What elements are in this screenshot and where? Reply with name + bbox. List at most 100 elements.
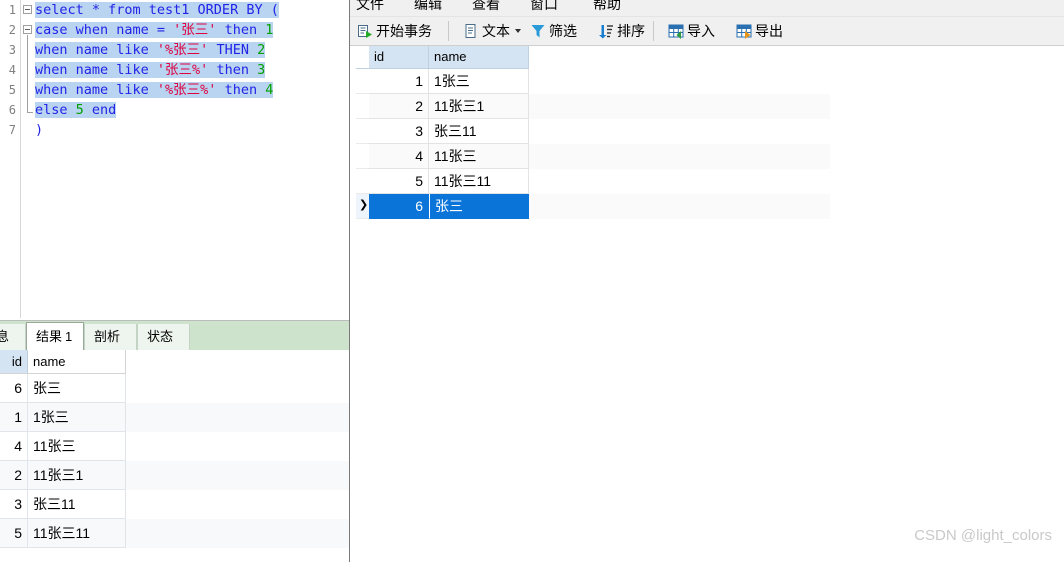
line-number: 2	[8, 23, 16, 37]
data-grid-header-marker	[356, 46, 369, 69]
data-grid-row[interactable]: 1 1张三	[356, 69, 830, 94]
row-marker[interactable]	[356, 144, 369, 169]
result-grid-col-name[interactable]: name	[28, 350, 126, 374]
code-line[interactable]: case when name = '张三' then 1	[35, 20, 349, 40]
data-cell-name[interactable]: 11张三11	[429, 169, 529, 194]
data-cell-id[interactable]: 1	[369, 69, 429, 94]
result-grid[interactable]: id name 6 张三 1 1张三 4 11张三 2 11张三1 3 张三11 5 11张三11	[0, 350, 349, 562]
data-grid[interactable]: id name 1 1张三 2 11张三1 3 张三11 4 11张三 5 11张三11 ❯ 6 张三	[356, 46, 830, 219]
code-line[interactable]: when name like '张三%' then 3	[35, 60, 349, 80]
data-cell-name[interactable]: 张三11	[429, 119, 529, 144]
result-tab-count: 1	[65, 329, 73, 344]
result-grid-row[interactable]: 6 张三	[0, 374, 349, 403]
toolbar-text-button[interactable]: 文本	[460, 19, 524, 43]
text-icon	[463, 23, 479, 39]
line-number: 4	[8, 63, 16, 77]
data-grid-body[interactable]: 1 1张三 2 11张三1 3 张三11 4 11张三 5 11张三11 ❯ 6 张三	[356, 69, 830, 219]
result-grid-row[interactable]: 3 张三11	[0, 490, 349, 519]
sql-editor[interactable]: 1 2 3 4 5 6 7 select * from test1 ORDER BY (ca…	[0, 0, 349, 318]
result-tab-0[interactable]: 息	[0, 324, 26, 351]
result-grid-row[interactable]: 5 11张三11	[0, 519, 349, 548]
data-grid-row[interactable]: 2 11张三1	[356, 94, 830, 119]
code-token: )	[35, 122, 44, 138]
toolbar-filter-button[interactable]: 筛选	[527, 19, 580, 43]
code-line[interactable]: )	[35, 120, 349, 140]
result-grid-row[interactable]: 2 11张三1	[0, 461, 349, 490]
result-cell-id[interactable]: 2	[0, 461, 28, 490]
left-pane: 1234567 select * from test1 ORDER BY (ca…	[0, 0, 349, 562]
row-marker[interactable]	[356, 94, 369, 119]
row-marker[interactable]	[356, 69, 369, 94]
code-token: 1	[265, 22, 274, 38]
data-cell-name[interactable]: 1张三	[429, 69, 529, 94]
code-token: then	[216, 82, 266, 98]
result-cell-name[interactable]: 11张三11	[28, 519, 126, 548]
data-grid-col-id[interactable]: id	[369, 46, 429, 69]
data-grid-row[interactable]: 3 张三11	[356, 119, 830, 144]
data-cell-id[interactable]: 6	[369, 194, 429, 219]
code-line[interactable]: when name like '%张三%' then 4	[35, 80, 349, 100]
result-grid-body[interactable]: 6 张三 1 1张三 4 11张三 2 11张三1 3 张三11 5 11张三11	[0, 374, 349, 548]
code-line[interactable]: when name like '%张三' THEN 2	[35, 40, 349, 60]
editor-gutter: 1 2 3 4 5 6 7	[0, 0, 21, 318]
result-tab-1[interactable]: 结果 1	[26, 322, 84, 351]
data-grid-row[interactable]: ❯ 6 张三	[356, 194, 830, 219]
toolbar-export-button[interactable]: 导出	[733, 19, 786, 43]
code-token: else	[35, 102, 76, 118]
menu-bar[interactable]: 文件 编辑 查看 窗口 帮助	[350, 0, 1064, 17]
result-cell-id[interactable]: 3	[0, 490, 28, 519]
result-grid-row[interactable]: 1 1张三	[0, 403, 349, 432]
line-number: 5	[8, 83, 16, 97]
toolbar-separator	[448, 21, 449, 41]
result-cell-id[interactable]: 6	[0, 374, 28, 403]
watermark: CSDN @light_colors	[914, 527, 1052, 544]
result-cell-id[interactable]: 5	[0, 519, 28, 548]
data-cell-id[interactable]: 4	[369, 144, 429, 169]
data-cell-name[interactable]: 11张三1	[429, 94, 529, 119]
menu-item-0[interactable]: 文件	[356, 0, 384, 14]
editor-code-area[interactable]: select * from test1 ORDER BY (case when …	[35, 0, 349, 318]
result-cell-name[interactable]: 张三	[28, 374, 126, 403]
result-tab-label: 息	[0, 329, 10, 344]
row-marker[interactable]	[356, 119, 369, 144]
data-grid-row[interactable]: 5 11张三11	[356, 169, 830, 194]
result-cell-name[interactable]: 1张三	[28, 403, 126, 432]
editor-fold-column[interactable]	[21, 0, 35, 318]
menu-item-4[interactable]: 帮助	[593, 0, 621, 14]
fold-toggle-icon[interactable]	[23, 5, 32, 14]
result-tab-3[interactable]: 状态	[137, 324, 190, 351]
chevron-down-icon[interactable]	[515, 29, 521, 33]
result-cell-name[interactable]: 11张三	[28, 432, 126, 461]
data-cell-id[interactable]: 2	[369, 94, 429, 119]
toolbar-import-button[interactable]: 导入	[665, 19, 718, 43]
row-marker[interactable]	[356, 169, 369, 194]
row-marker[interactable]: ❯	[356, 194, 369, 219]
menu-item-1[interactable]: 编辑	[414, 0, 442, 14]
result-cell-name[interactable]: 张三11	[28, 490, 126, 519]
line-number: 1	[8, 3, 16, 17]
toolbar-sort-button[interactable]: 排序	[595, 19, 648, 43]
data-cell-id[interactable]: 3	[369, 119, 429, 144]
toolbar-button-label: 开始事务	[376, 23, 432, 39]
toolbar-separator	[653, 21, 654, 41]
menu-item-2[interactable]: 查看	[472, 0, 500, 14]
code-line[interactable]: else 5 end	[35, 100, 349, 120]
toolbar-button-label: 筛选	[549, 23, 577, 39]
toolbar-transaction-button[interactable]: 开始事务	[354, 19, 435, 43]
data-grid-col-name[interactable]: name	[429, 46, 529, 69]
code-token: then	[216, 22, 266, 38]
data-cell-name[interactable]: 11张三	[429, 144, 529, 169]
result-cell-id[interactable]: 4	[0, 432, 28, 461]
result-cell-id[interactable]: 1	[0, 403, 28, 432]
toolbar[interactable]: 开始事务 文本 筛选 排序 导入 导出	[350, 17, 1064, 46]
data-cell-id[interactable]: 5	[369, 169, 429, 194]
fold-toggle-icon[interactable]	[23, 25, 32, 34]
result-grid-col-id[interactable]: id	[0, 350, 28, 374]
result-grid-row[interactable]: 4 11张三	[0, 432, 349, 461]
result-tab-2[interactable]: 剖析	[84, 324, 137, 351]
code-line[interactable]: select * from test1 ORDER BY (	[35, 0, 349, 20]
data-grid-row[interactable]: 4 11张三	[356, 144, 830, 169]
result-cell-name[interactable]: 11张三1	[28, 461, 126, 490]
menu-item-3[interactable]: 窗口	[530, 0, 558, 14]
data-cell-name[interactable]: 张三	[429, 194, 529, 219]
